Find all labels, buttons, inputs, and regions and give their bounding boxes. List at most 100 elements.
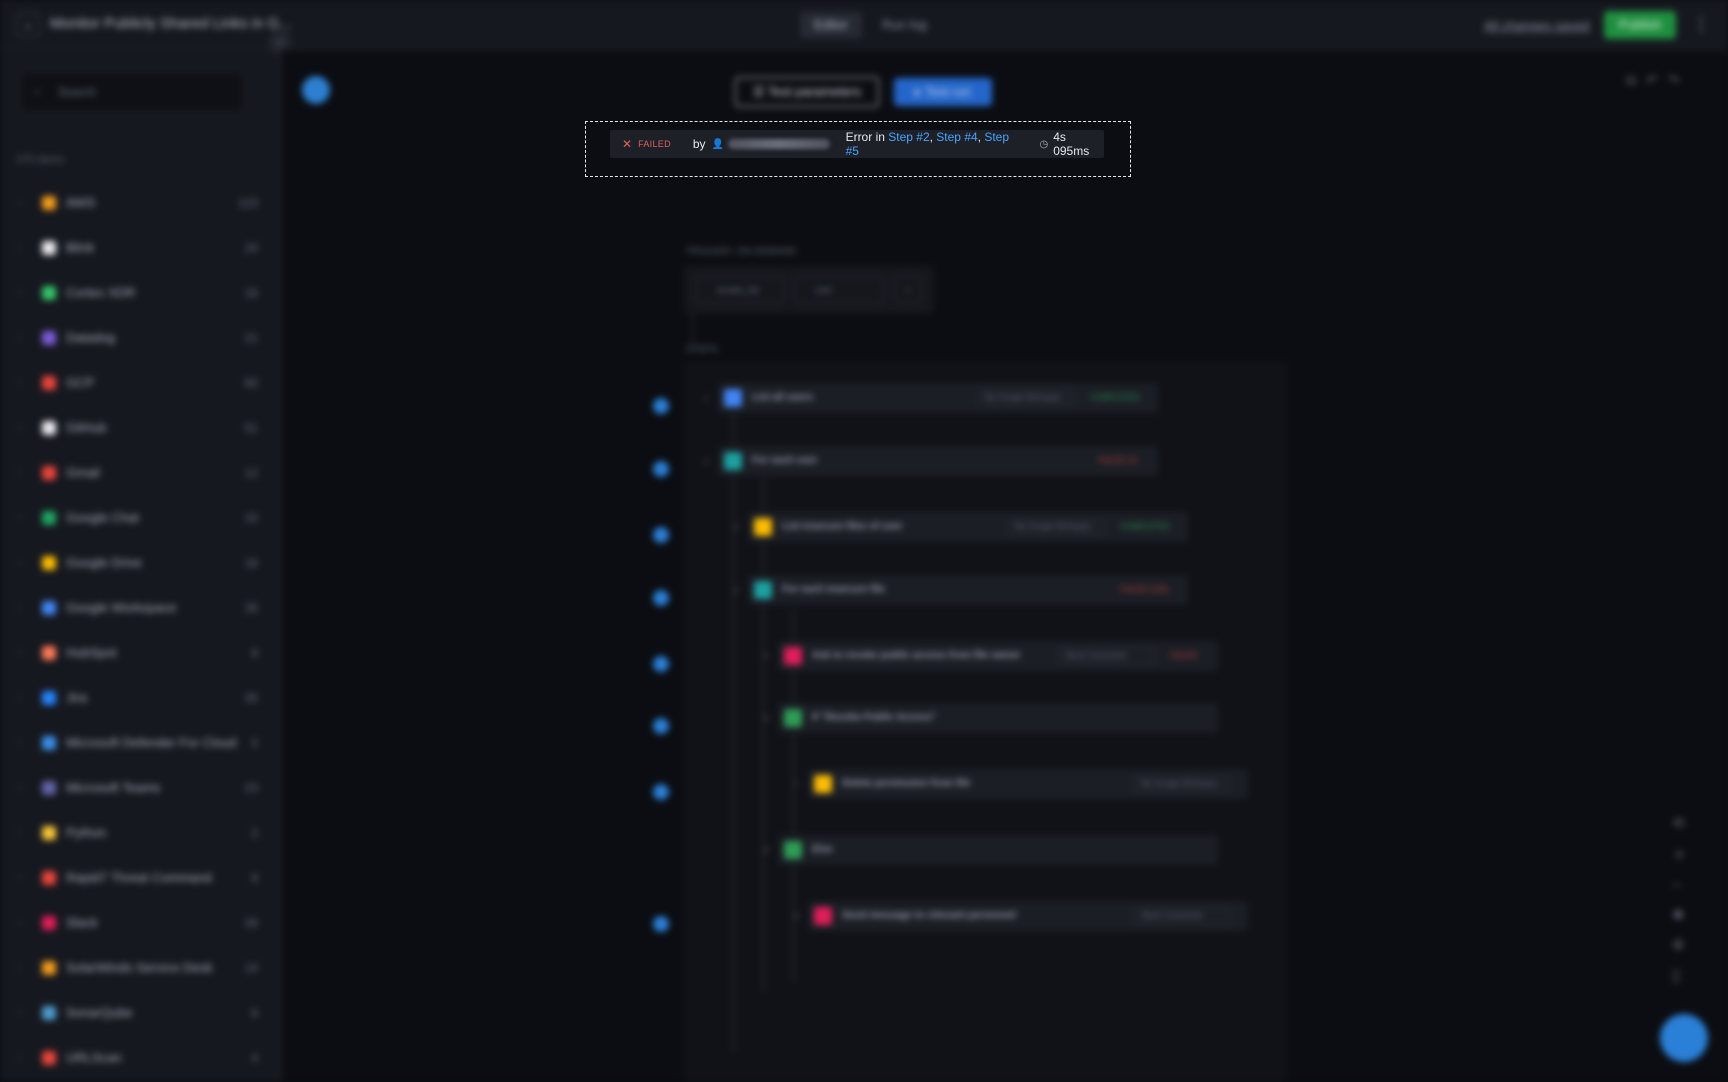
list-item[interactable]: › Rapid7 Threat Command 8 (0, 855, 282, 900)
zoom-in-icon[interactable]: ＋ (1672, 844, 1687, 865)
test-parameters-label: Test parameters (767, 84, 862, 99)
reset-view-icon[interactable]: ⟲ (1672, 814, 1687, 832)
add-step-button[interactable] (653, 527, 669, 543)
workflow-step[interactable]: For each user FAILED (2) (718, 446, 1158, 476)
list-item[interactable]: › HubSpot 8 (0, 630, 282, 675)
add-step-button[interactable] (653, 461, 669, 477)
integration-icon (42, 285, 56, 300)
move-icon[interactable]: ✣ (1672, 936, 1687, 954)
publish-button[interactable]: Publish (1604, 11, 1676, 39)
add-step-button[interactable] (653, 656, 669, 672)
connection-select[interactable]: My Google Workspac... (978, 390, 1074, 406)
integration-count: 51 (244, 420, 258, 435)
workflow-step[interactable]: Ask to revoke public access from file ow… (778, 641, 1218, 671)
close-icon: ✕ (622, 137, 633, 151)
step-number: 5 (764, 652, 769, 661)
search-input[interactable]: ⌕ Search (22, 74, 242, 110)
list-item[interactable]: › Microsoft Teams 23 (0, 765, 282, 810)
fit-view-icon[interactable]: ✥ (1672, 906, 1687, 924)
assistant-icon[interactable] (302, 76, 330, 104)
chevron-right-icon: › (18, 557, 22, 568)
connector-line (763, 478, 764, 992)
add-step-button[interactable] (653, 784, 669, 800)
step-status: FAILED (1170, 651, 1198, 660)
integration-icon (42, 1005, 56, 1020)
tab-editor[interactable]: Editor (800, 12, 862, 38)
list-item[interactable]: › Microsoft Defender For Cloud 5 (0, 720, 282, 765)
kebab-icon[interactable]: ⋮ (1692, 14, 1710, 35)
list-item[interactable]: › Slack 26 (0, 900, 282, 945)
integration-icon (42, 645, 56, 660)
error-step-link[interactable]: Step #4 (936, 130, 977, 144)
list-item[interactable]: › Blink 24 (0, 225, 282, 270)
mouse-icon[interactable]: ▯ (1672, 966, 1687, 984)
copy-icon[interactable]: ⧉ (1626, 72, 1636, 89)
trigger-label: TRIGGER: ON-DEMAND (686, 246, 797, 256)
user-icon: 👤 (711, 138, 725, 150)
redo-icon[interactable]: ↷ (1668, 72, 1680, 89)
list-item[interactable]: › Python 2 (0, 810, 282, 855)
add-step-button[interactable] (653, 398, 669, 414)
list-item[interactable]: › Cortex XDR 16 (0, 270, 282, 315)
list-item[interactable]: › Google Chat 15 (0, 495, 282, 540)
list-item[interactable]: › SonarQube 6 (0, 990, 282, 1035)
param-chip[interactable]: emails_list (696, 276, 784, 304)
chevron-right-icon: › (18, 1052, 22, 1063)
add-step-button[interactable] (653, 590, 669, 606)
list-item[interactable]: › Datadog 21 (0, 315, 282, 360)
workflow-step[interactable]: List all users My Google Workspac... COMPL… (718, 383, 1158, 413)
step-label: List all users (752, 392, 814, 403)
redacted-username (728, 139, 830, 149)
list-item[interactable]: › SolarWinds Service Desk 14 (0, 945, 282, 990)
list-item[interactable]: › AWS 123 (0, 180, 282, 225)
add-step-button[interactable] (653, 718, 669, 734)
back-button[interactable]: ‹ (16, 13, 40, 37)
test-parameters-button[interactable]: ☰ Test parameters (735, 77, 879, 107)
workflow-step[interactable]: List insecure files of user My Google Wor… (748, 512, 1188, 542)
chat-support-button[interactable] (1660, 1014, 1708, 1062)
run-result-banner[interactable]: ✕ FAILED by 👤 Error in Step #2, Step #4,… (610, 130, 1104, 158)
chevron-right-icon: › (18, 197, 22, 208)
chevron-right-icon: › (18, 602, 22, 613)
canvas-tools: ⧉ ↶ ↷ (1626, 72, 1679, 89)
add-step-button[interactable] (653, 916, 669, 932)
zoom-out-icon[interactable]: − (1672, 877, 1687, 894)
workflow-step[interactable]: Delete permission from file My Google Wor… (808, 769, 1248, 799)
integration-count: 8 (251, 870, 258, 885)
tab-run-log[interactable]: Run log (868, 12, 941, 38)
step-icon (784, 841, 802, 859)
list-item[interactable]: › Gmail 12 (0, 450, 282, 495)
workflow-step[interactable]: Send message to relevant personnel Slack … (808, 901, 1248, 931)
undo-icon[interactable]: ↶ (1646, 72, 1658, 89)
chevron-right-icon: › (18, 467, 22, 478)
list-item[interactable]: › Google Drive 16 (0, 540, 282, 585)
connection-select[interactable]: My Google Workspac... (1134, 776, 1230, 792)
workflow-step[interactable]: For each insecure file FAILED (100) (748, 575, 1188, 605)
test-run-button[interactable]: ▸ Test run (894, 78, 992, 106)
step-status: COMPLETED (1120, 522, 1170, 531)
chevron-left-icon: ‹ (278, 35, 282, 49)
list-item[interactable]: › GitHub 51 (0, 405, 282, 450)
connection-select[interactable]: Slack Connection (1134, 908, 1230, 924)
error-step-link[interactable]: Step #2 (888, 130, 929, 144)
integration-label: GCP (66, 375, 95, 390)
chevron-right-icon: › (18, 512, 22, 523)
list-item[interactable]: › GCP 60 (0, 360, 282, 405)
save-status[interactable]: All changes saved (1484, 18, 1590, 33)
workflow-step[interactable]: If "Revoke Public Access" (778, 703, 1218, 733)
trigger-params: emails_list user + (684, 266, 934, 314)
list-item[interactable]: › Google Workspace 26 (0, 585, 282, 630)
integration-icon (42, 330, 56, 345)
connection-select[interactable]: Slack Connection (1058, 648, 1154, 664)
integration-icon (42, 600, 56, 615)
list-item[interactable]: › URLScan 4 (0, 1035, 282, 1080)
integration-count: 26 (244, 600, 258, 615)
integration-label: SonarQube (66, 1005, 133, 1020)
editor-tabs: Editor Run log (800, 12, 941, 38)
list-item[interactable]: › Jira 35 (0, 675, 282, 720)
connection-select[interactable]: My Google Workspac... (1008, 519, 1104, 535)
add-param-button[interactable]: + (894, 276, 922, 304)
step-label: For each user (752, 455, 818, 466)
workflow-step[interactable]: Else (778, 835, 1218, 865)
param-chip[interactable]: user (794, 276, 884, 304)
